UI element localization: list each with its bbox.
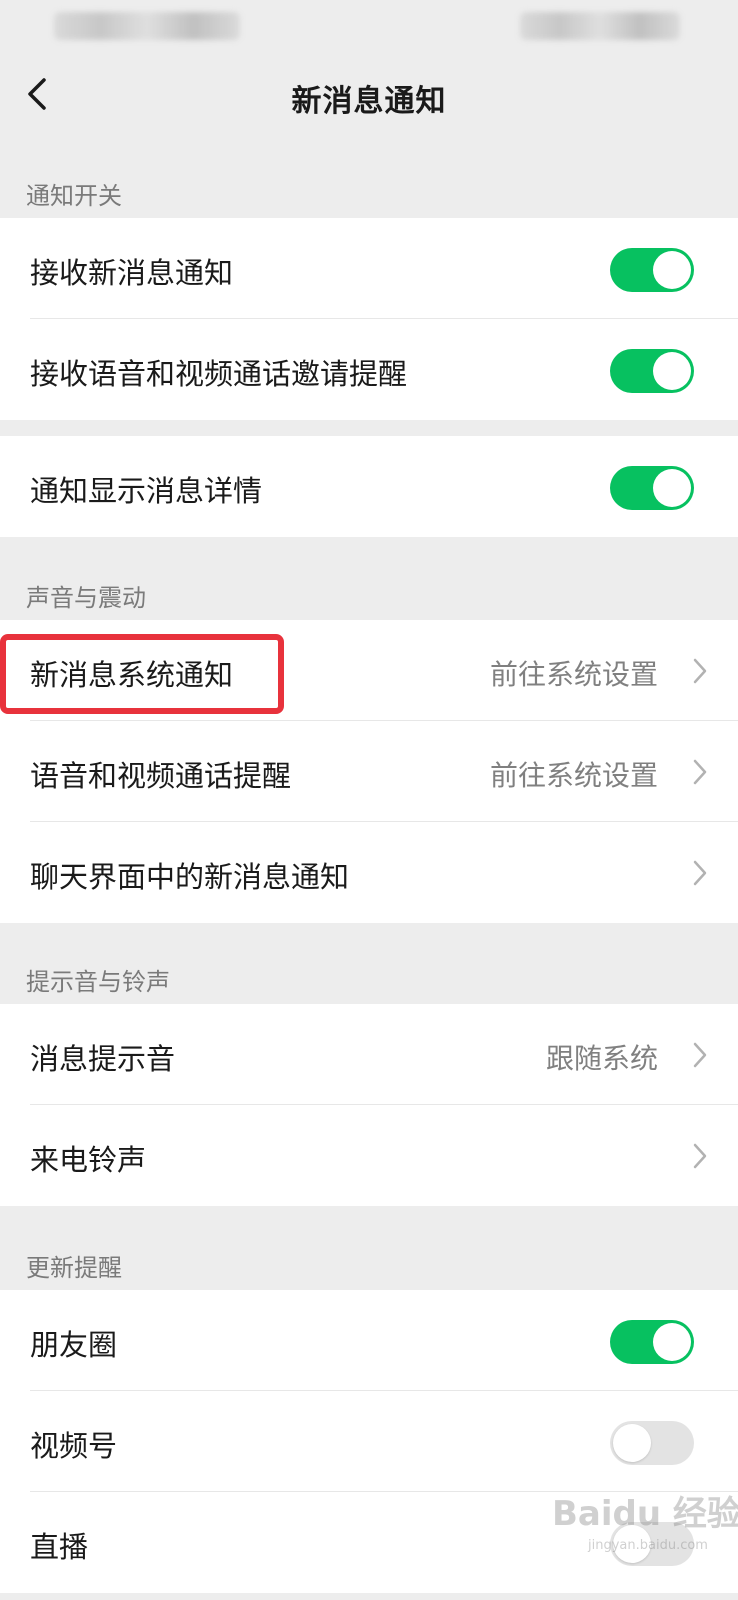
group-show-details: 通知显示消息详情 <box>0 436 738 537</box>
status-bar <box>0 0 738 60</box>
top-bar: 新消息通知 <box>0 60 738 130</box>
row-label: 视频号 <box>30 1429 118 1463</box>
section-label-notify-switch: 通知开关 <box>26 182 122 210</box>
row-call-reminder[interactable]: 语音和视频通话提醒 前往系统设置 <box>0 721 738 822</box>
chevron-right-icon <box>693 860 707 886</box>
toggle-knob <box>653 251 691 289</box>
section-label-sound-vibration: 声音与震动 <box>26 584 146 612</box>
chevron-right-icon <box>693 759 707 785</box>
toggle-knob <box>653 1323 691 1361</box>
row-label: 聊天界面中的新消息通知 <box>30 860 350 894</box>
toggle-knob <box>613 1424 651 1462</box>
status-bar-right-blur <box>520 12 680 40</box>
row-label: 朋友圈 <box>30 1328 118 1362</box>
status-bar-left-blur <box>54 12 240 40</box>
row-label: 语音和视频通话提醒 <box>30 759 292 793</box>
row-label: 通知显示消息详情 <box>30 474 263 508</box>
row-chat-new-message-notification[interactable]: 聊天界面中的新消息通知 <box>0 822 738 923</box>
toggle-knob <box>653 352 691 390</box>
row-ringtone[interactable]: 来电铃声 <box>0 1105 738 1206</box>
chevron-right-icon <box>693 1143 707 1169</box>
row-channels[interactable]: 视频号 <box>0 1391 738 1492</box>
row-value: 跟随系统 <box>545 1042 658 1075</box>
moments-toggle[interactable] <box>610 1320 694 1364</box>
section-label-update-reminder: 更新提醒 <box>26 1254 122 1282</box>
row-value: 前往系统设置 <box>489 658 658 691</box>
row-value: 前往系统设置 <box>489 759 658 792</box>
row-moments[interactable]: 朋友圈 <box>0 1290 738 1391</box>
row-label: 直播 <box>30 1530 89 1564</box>
baidu-watermark: Baidu 经验 <box>552 1494 738 1534</box>
row-receive-new-message[interactable]: 接收新消息通知 <box>0 218 738 319</box>
highlight-box <box>0 634 284 714</box>
show-message-details-toggle[interactable] <box>610 466 694 510</box>
toggle-knob <box>653 469 691 507</box>
chevron-right-icon <box>693 1042 707 1068</box>
group-notify-switch: 接收新消息通知 接收语音和视频通话邀请提醒 <box>0 218 738 420</box>
row-label: 接收新消息通知 <box>30 256 234 290</box>
section-label-tone-ringtone: 提示音与铃声 <box>26 968 170 996</box>
group-tone-ringtone: 消息提示音 跟随系统 来电铃声 <box>0 1004 738 1206</box>
row-voice-video-invite[interactable]: 接收语音和视频通话邀请提醒 <box>0 319 738 420</box>
row-label: 消息提示音 <box>30 1042 176 1076</box>
row-label: 来电铃声 <box>30 1143 147 1177</box>
row-show-message-details[interactable]: 通知显示消息详情 <box>0 436 738 537</box>
voice-video-invite-toggle[interactable] <box>610 349 694 393</box>
page-title: 新消息通知 <box>291 84 447 119</box>
receive-new-message-toggle[interactable] <box>610 248 694 292</box>
chevron-right-icon <box>693 658 707 684</box>
row-message-tone[interactable]: 消息提示音 跟随系统 <box>0 1004 738 1105</box>
channels-toggle[interactable] <box>610 1421 694 1465</box>
baidu-watermark-url: jingyan.baidu.com <box>588 1538 708 1553</box>
row-label: 接收语音和视频通话邀请提醒 <box>30 357 408 391</box>
